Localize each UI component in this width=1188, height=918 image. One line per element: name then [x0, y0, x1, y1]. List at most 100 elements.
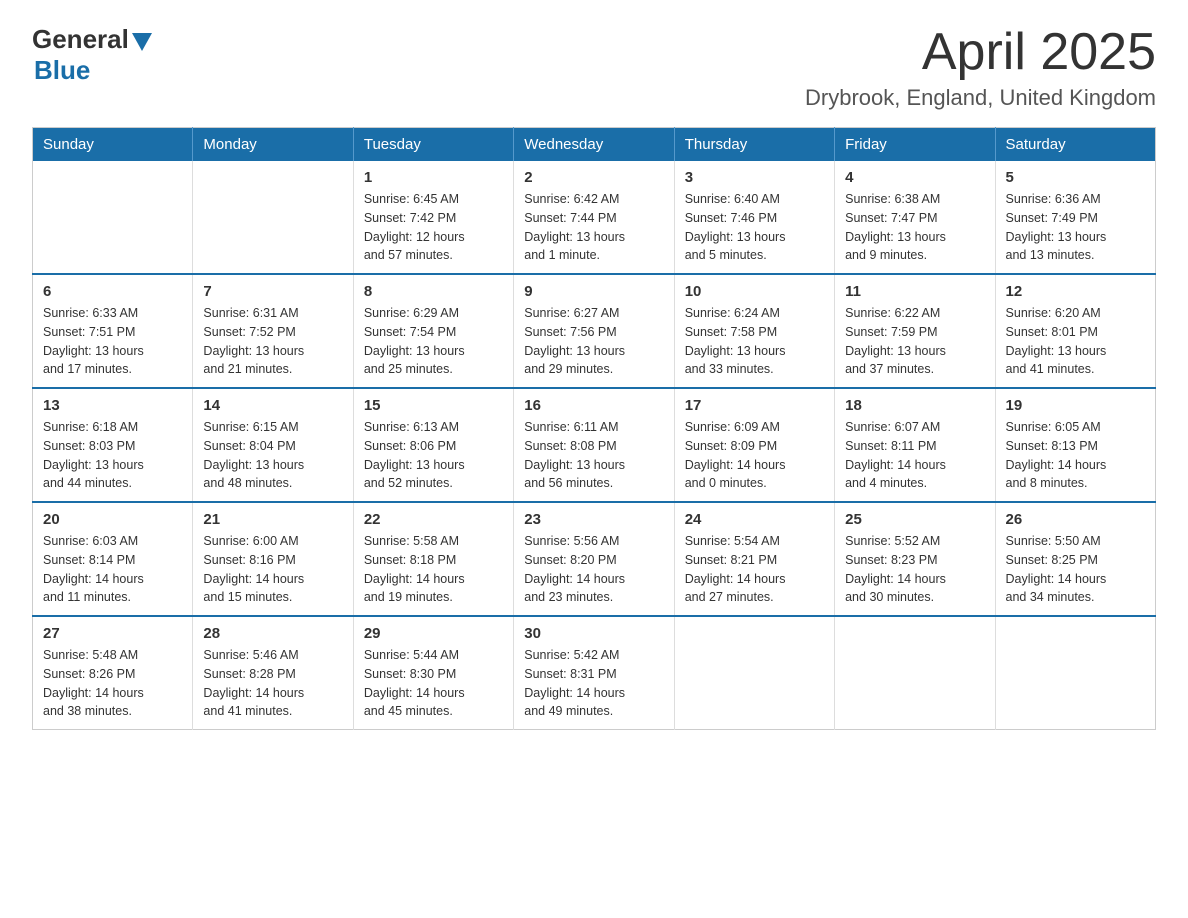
location: Drybrook, England, United Kingdom: [805, 85, 1156, 111]
day-number: 17: [685, 397, 824, 414]
calendar-week-row: 20 Sunrise: 6:03 AM Sunset: 8:14 PM Dayli…: [33, 502, 1156, 616]
day-info: Sunrise: 5:44 AM Sunset: 8:30 PM Dayligh…: [364, 646, 503, 721]
day-number: 26: [1006, 511, 1145, 528]
calendar-cell: 8Sunrise: 6:29 AM Sunset: 7:54 PM Daylig…: [353, 274, 513, 388]
calendar-cell: 28Sunrise: 5:46 AM Sunset: 8:28 PM Dayli…: [193, 616, 353, 730]
day-number: 1: [364, 169, 503, 186]
day-info: Sunrise: 6:07 AM Sunset: 8:11 PM Dayligh…: [845, 418, 984, 493]
day-info: Sunrise: 5:50 AM Sunset: 8:25 PM Dayligh…: [1006, 532, 1145, 607]
day-number: 10: [685, 283, 824, 300]
calendar-cell: 12Sunrise: 6:20 AM Sunset: 8:01 PM Dayli…: [995, 274, 1155, 388]
day-number: 29: [364, 625, 503, 642]
calendar-cell: 2Sunrise: 6:42 AM Sunset: 7:44 PM Daylig…: [514, 161, 674, 274]
day-info: Sunrise: 6:20 AM Sunset: 8:01 PM Dayligh…: [1006, 304, 1145, 379]
calendar-cell: 3Sunrise: 6:40 AM Sunset: 7:46 PM Daylig…: [674, 161, 834, 274]
day-info: Sunrise: 6:27 AM Sunset: 7:56 PM Dayligh…: [524, 304, 663, 379]
day-number: 5: [1006, 169, 1145, 186]
day-number: 27: [43, 625, 182, 642]
calendar-header-thursday: Thursday: [674, 128, 834, 162]
calendar-cell: [995, 616, 1155, 730]
day-info: Sunrise: 5:42 AM Sunset: 8:31 PM Dayligh…: [524, 646, 663, 721]
calendar-cell: 18 Sunrise: 6:07 AM Sunset: 8:11 PM Dayli…: [835, 388, 995, 502]
day-info: Sunrise: 6:15 AM Sunset: 8:04 PM Dayligh…: [203, 418, 342, 493]
day-number: 18: [845, 397, 984, 414]
calendar-cell: 20 Sunrise: 6:03 AM Sunset: 8:14 PM Dayli…: [33, 502, 193, 616]
day-number: 9: [524, 283, 663, 300]
day-info: Sunrise: 6:03 AM Sunset: 8:14 PM Dayligh…: [43, 532, 182, 607]
calendar-cell: 4 Sunrise: 6:38 AM Sunset: 7:47 PM Daylig…: [835, 161, 995, 274]
day-info: Sunrise: 6:45 AM Sunset: 7:42 PM Dayligh…: [364, 190, 503, 265]
calendar-cell: 30 Sunrise: 5:42 AM Sunset: 8:31 PM Dayli…: [514, 616, 674, 730]
day-number: 7: [203, 283, 342, 300]
day-info: Sunrise: 6:09 AM Sunset: 8:09 PM Dayligh…: [685, 418, 824, 493]
day-info: Sunrise: 6:05 AM Sunset: 8:13 PM Dayligh…: [1006, 418, 1145, 493]
calendar-cell: 1 Sunrise: 6:45 AM Sunset: 7:42 PM Daylig…: [353, 161, 513, 274]
calendar-cell: 26 Sunrise: 5:50 AM Sunset: 8:25 PM Dayli…: [995, 502, 1155, 616]
calendar-cell: 25 Sunrise: 5:52 AM Sunset: 8:23 PM Dayli…: [835, 502, 995, 616]
calendar-cell: [674, 616, 834, 730]
calendar-header-tuesday: Tuesday: [353, 128, 513, 162]
calendar-cell: 23 Sunrise: 5:56 AM Sunset: 8:20 PM Dayli…: [514, 502, 674, 616]
day-number: 20: [43, 511, 182, 528]
day-info: Sunrise: 6:00 AM Sunset: 8:16 PM Dayligh…: [203, 532, 342, 607]
day-info: Sunrise: 6:40 AM Sunset: 7:46 PM Dayligh…: [685, 190, 824, 265]
calendar-week-row: 1 Sunrise: 6:45 AM Sunset: 7:42 PM Daylig…: [33, 161, 1156, 274]
day-number: 21: [203, 511, 342, 528]
calendar-cell: 29 Sunrise: 5:44 AM Sunset: 8:30 PM Dayli…: [353, 616, 513, 730]
calendar-cell: 21 Sunrise: 6:00 AM Sunset: 8:16 PM Dayli…: [193, 502, 353, 616]
day-number: 11: [845, 283, 984, 300]
calendar-cell: 11 Sunrise: 6:22 AM Sunset: 7:59 PM Dayli…: [835, 274, 995, 388]
day-info: Sunrise: 6:31 AM Sunset: 7:52 PM Dayligh…: [203, 304, 342, 379]
title-area: April 2025 Drybrook, England, United Kin…: [805, 24, 1156, 111]
calendar-cell: 22Sunrise: 5:58 AM Sunset: 8:18 PM Dayli…: [353, 502, 513, 616]
day-info: Sunrise: 6:42 AM Sunset: 7:44 PM Dayligh…: [524, 190, 663, 265]
day-info: Sunrise: 6:33 AM Sunset: 7:51 PM Dayligh…: [43, 304, 182, 379]
day-number: 15: [364, 397, 503, 414]
calendar-cell: 9 Sunrise: 6:27 AM Sunset: 7:56 PM Daylig…: [514, 274, 674, 388]
calendar-week-row: 27 Sunrise: 5:48 AM Sunset: 8:26 PM Dayli…: [33, 616, 1156, 730]
logo: General Blue: [32, 24, 152, 86]
calendar-cell: 14 Sunrise: 6:15 AM Sunset: 8:04 PM Dayli…: [193, 388, 353, 502]
calendar-cell: 17 Sunrise: 6:09 AM Sunset: 8:09 PM Dayli…: [674, 388, 834, 502]
calendar-cell: 6 Sunrise: 6:33 AM Sunset: 7:51 PM Daylig…: [33, 274, 193, 388]
calendar-cell: 15 Sunrise: 6:13 AM Sunset: 8:06 PM Dayli…: [353, 388, 513, 502]
logo-triangle-icon: [132, 33, 152, 51]
calendar-cell: 16Sunrise: 6:11 AM Sunset: 8:08 PM Dayli…: [514, 388, 674, 502]
calendar-header-row: SundayMondayTuesdayWednesdayThursdayFrid…: [33, 128, 1156, 162]
day-number: 25: [845, 511, 984, 528]
calendar-header-monday: Monday: [193, 128, 353, 162]
day-info: Sunrise: 6:29 AM Sunset: 7:54 PM Dayligh…: [364, 304, 503, 379]
day-number: 4: [845, 169, 984, 186]
day-number: 16: [524, 397, 663, 414]
logo-general-text: General: [32, 24, 129, 55]
day-number: 30: [524, 625, 663, 642]
calendar-week-row: 6 Sunrise: 6:33 AM Sunset: 7:51 PM Daylig…: [33, 274, 1156, 388]
calendar-cell: [835, 616, 995, 730]
day-info: Sunrise: 6:22 AM Sunset: 7:59 PM Dayligh…: [845, 304, 984, 379]
calendar-cell: 24 Sunrise: 5:54 AM Sunset: 8:21 PM Dayli…: [674, 502, 834, 616]
day-number: 24: [685, 511, 824, 528]
calendar-header-wednesday: Wednesday: [514, 128, 674, 162]
day-info: Sunrise: 5:56 AM Sunset: 8:20 PM Dayligh…: [524, 532, 663, 607]
calendar-header-sunday: Sunday: [33, 128, 193, 162]
day-info: Sunrise: 6:18 AM Sunset: 8:03 PM Dayligh…: [43, 418, 182, 493]
day-number: 19: [1006, 397, 1145, 414]
day-info: Sunrise: 6:13 AM Sunset: 8:06 PM Dayligh…: [364, 418, 503, 493]
day-info: Sunrise: 6:38 AM Sunset: 7:47 PM Dayligh…: [845, 190, 984, 265]
day-info: Sunrise: 5:54 AM Sunset: 8:21 PM Dayligh…: [685, 532, 824, 607]
calendar-cell: 10 Sunrise: 6:24 AM Sunset: 7:58 PM Dayli…: [674, 274, 834, 388]
calendar-cell: 7 Sunrise: 6:31 AM Sunset: 7:52 PM Daylig…: [193, 274, 353, 388]
day-number: 14: [203, 397, 342, 414]
day-number: 6: [43, 283, 182, 300]
calendar-cell: 27 Sunrise: 5:48 AM Sunset: 8:26 PM Dayli…: [33, 616, 193, 730]
calendar-header-saturday: Saturday: [995, 128, 1155, 162]
day-number: 28: [203, 625, 342, 642]
calendar-header-friday: Friday: [835, 128, 995, 162]
day-number: 23: [524, 511, 663, 528]
day-info: Sunrise: 6:36 AM Sunset: 7:49 PM Dayligh…: [1006, 190, 1145, 265]
month-title: April 2025: [805, 24, 1156, 81]
day-info: Sunrise: 5:48 AM Sunset: 8:26 PM Dayligh…: [43, 646, 182, 721]
day-info: Sunrise: 5:52 AM Sunset: 8:23 PM Dayligh…: [845, 532, 984, 607]
logo-blue-text: Blue: [34, 55, 90, 86]
day-info: Sunrise: 6:24 AM Sunset: 7:58 PM Dayligh…: [685, 304, 824, 379]
